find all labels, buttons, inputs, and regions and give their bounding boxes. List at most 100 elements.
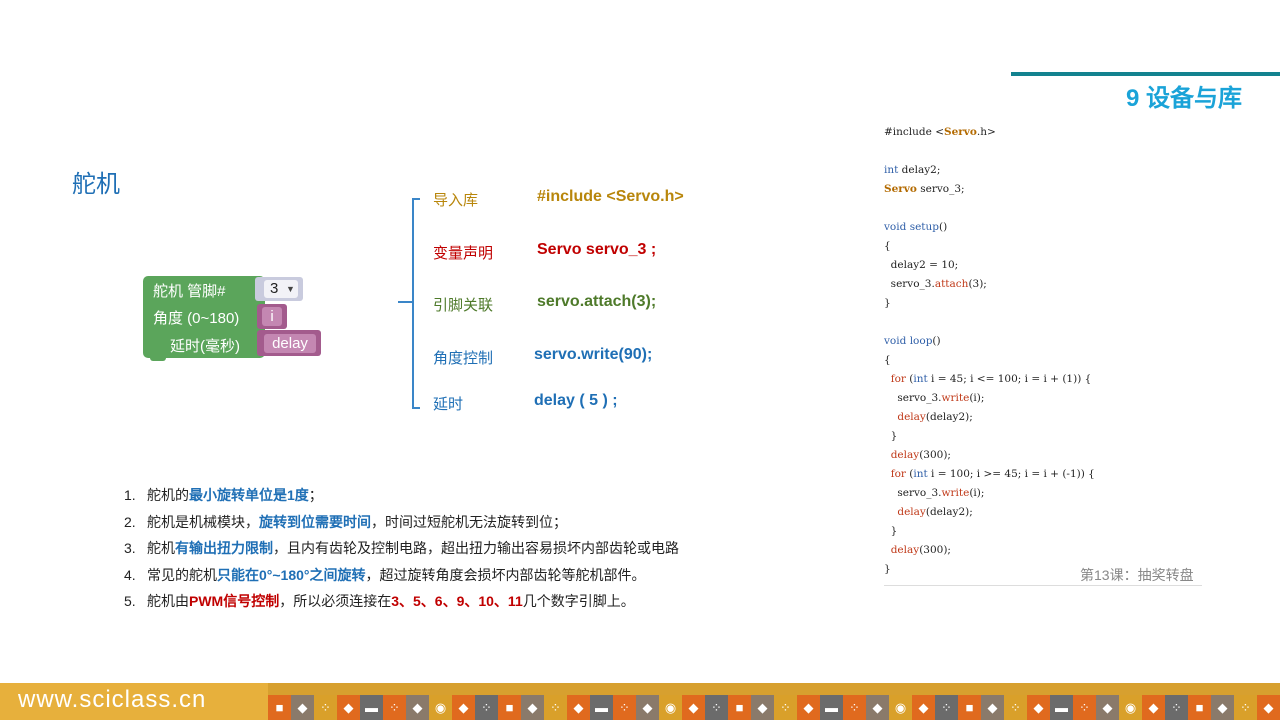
note-text: 旋转到位需要时间 xyxy=(259,513,371,530)
pattern-tile: ⁘ xyxy=(1004,695,1027,720)
footer-pattern: ■ ◆ ⁘ ◆ ▬ ⁘ ◆ ◉ ◆ ⁘ ■ ◆ ⁘ ◆ ▬ ⁘ ◆ ◉ ◆ ⁘ ■ ◆ ⁘ ◆ ▬ ⁘ ◆ ◉ ◆ ⁘ ■ ◆ ⁘ ◆ ▬ ⁘ ◆ ◉ ◆ ⁘… xyxy=(268,695,1280,720)
pattern-tile: ⁘ xyxy=(613,695,636,720)
code-line: #include <Servo.h> xyxy=(884,126,996,138)
pattern-tile: ⁘ xyxy=(774,695,797,720)
note-text: PWM信号控制 xyxy=(189,593,280,609)
note-item: 3. 舵机有输出扭力限制，且内有齿轮及控制电路，超出扭力输出容易损坏内部齿轮或电路 xyxy=(124,538,679,558)
note-text: 3、5、6、9、10、11 xyxy=(391,593,523,609)
pattern-tile: ◆ xyxy=(912,695,935,720)
listing-divider xyxy=(884,585,1202,586)
code-line: delay2 = 10; xyxy=(884,259,959,271)
pattern-tile: ⁘ xyxy=(314,695,337,720)
code-line: delay(300); xyxy=(890,449,951,461)
note-text: 舵机的 xyxy=(147,487,189,503)
pattern-tile: ◆ xyxy=(521,695,544,720)
mapping-code-attach: servo.attach(3); xyxy=(537,293,657,310)
note-text: ，且内有齿轮及控制电路，超出扭力输出容易损坏内部齿轮或电路 xyxy=(273,540,679,556)
pattern-tile: ⁘ xyxy=(705,695,728,720)
pattern-tile: ◆ xyxy=(751,695,774,720)
block-connector xyxy=(150,355,166,361)
code-listing: #include <Servo.h> int delay2; Servo servo… xyxy=(884,126,1202,586)
code-line: } xyxy=(884,525,898,537)
slide-title: 舵机 xyxy=(72,171,120,198)
note-text: 只能在0°~180°之间旋转 xyxy=(217,566,366,583)
angle-variable: i xyxy=(262,307,282,326)
pattern-tile: ◉ xyxy=(1119,695,1142,720)
pattern-tile: ▬ xyxy=(590,695,613,720)
pattern-tile: ■ xyxy=(1188,695,1211,720)
code-line: delay(300); xyxy=(890,544,951,556)
pattern-tile: ⁘ xyxy=(544,695,567,720)
bracket-bottom xyxy=(412,407,420,409)
code-line: delay(delay2); xyxy=(897,506,973,518)
code-line: for (int i = 100; i >= 45; i = i + (-1))… xyxy=(890,468,1095,480)
note-text: 几个数字引脚上。 xyxy=(522,593,635,609)
note-text: 舵机是机械模块， xyxy=(147,513,259,530)
note-number: 4. xyxy=(124,566,136,583)
code-line: delay(delay2); xyxy=(897,411,973,423)
code-line: void loop() xyxy=(884,335,941,347)
pattern-tile: ■ xyxy=(728,695,751,720)
pattern-tile: ◆ xyxy=(981,695,1004,720)
pattern-tile: ◆ xyxy=(866,695,889,720)
dropdown-arrow-icon[interactable]: ▼ xyxy=(286,284,295,294)
code-line: } xyxy=(884,297,891,309)
code-line: for (int i = 45; i <= 100; i = i + (1)) … xyxy=(890,373,1092,385)
pattern-tile: ⁘ xyxy=(935,695,958,720)
pattern-tile: ⁘ xyxy=(475,695,498,720)
note-item: 4. 常见的舵机只能在0°~180°之间旋转，超过旋转角度会损坏内部齿轮等舵机部件… xyxy=(124,565,646,585)
delay-variable: delay xyxy=(264,334,316,353)
lesson-caption: 第13课：抽奖转盘 xyxy=(1080,567,1194,583)
pattern-tile: ■ xyxy=(958,695,981,720)
note-text: 舵机 xyxy=(147,540,175,556)
pattern-tile: ⁘ xyxy=(1165,695,1188,720)
pattern-tile: ◆ xyxy=(337,695,360,720)
pattern-tile: ◆ xyxy=(452,695,475,720)
mapping-label-write: 角度控制 xyxy=(433,350,494,367)
pattern-tile: ◆ xyxy=(1027,695,1050,720)
note-number: 3. xyxy=(124,540,136,556)
pattern-tile: ◆ xyxy=(1257,695,1280,720)
bracket-top xyxy=(412,198,420,200)
pattern-tile: ▬ xyxy=(1050,695,1073,720)
bracket xyxy=(412,198,414,408)
pattern-tile: ◆ xyxy=(1142,695,1165,720)
pattern-tile: ⁘ xyxy=(1073,695,1096,720)
block-angle-label: 角度 (0~180) xyxy=(153,310,240,327)
code-line: servo_3.write(i); xyxy=(884,392,985,404)
pattern-tile: ⁘ xyxy=(843,695,866,720)
pattern-tile: ◉ xyxy=(429,695,452,720)
site-url[interactable]: www.sciclass.cn xyxy=(18,686,206,714)
pattern-tile: ◆ xyxy=(567,695,590,720)
mapping-code-import: #include <Servo.h> xyxy=(537,188,684,205)
mapping-label-import: 导入库 xyxy=(433,192,479,209)
note-text: 舵机由 xyxy=(147,593,189,609)
code-line: Servo servo_3; xyxy=(884,183,965,195)
pattern-tile: ■ xyxy=(498,695,521,720)
note-number: 1. xyxy=(124,487,136,503)
note-number: 2. xyxy=(124,513,136,530)
note-text: ，时间过短舵机无法旋转到位； xyxy=(371,513,567,530)
code-line: int delay2; xyxy=(884,164,941,176)
code-line: servo_3.attach(3); xyxy=(884,278,987,290)
note-text: ； xyxy=(308,487,323,503)
note-text: 有输出扭力限制 xyxy=(175,540,273,556)
code-line: { xyxy=(884,240,891,252)
mapping-label-declare: 变量声明 xyxy=(433,245,494,262)
note-item: 1. 舵机的最小旋转单位是1度； xyxy=(124,485,323,505)
note-text: ，所以必须连接在 xyxy=(279,593,392,609)
block-pin-label: 舵机 管脚# xyxy=(153,283,226,300)
pattern-tile: ◆ xyxy=(797,695,820,720)
bracket-middle xyxy=(398,301,412,303)
code-line: } xyxy=(884,430,898,442)
pattern-tile: ◆ xyxy=(1096,695,1119,720)
note-text: 最小旋转单位是1度 xyxy=(189,487,309,503)
code-line: { xyxy=(884,354,891,366)
note-text: ，超过旋转角度会损坏内部齿轮等舵机部件。 xyxy=(365,566,646,583)
pattern-tile: ◆ xyxy=(291,695,314,720)
pattern-tile: ◉ xyxy=(889,695,912,720)
code-line: } xyxy=(884,563,891,575)
pattern-tile: ■ xyxy=(268,695,291,720)
mapping-code-delay: delay ( 5 ) ; xyxy=(534,392,618,409)
note-number: 5. xyxy=(124,593,136,609)
